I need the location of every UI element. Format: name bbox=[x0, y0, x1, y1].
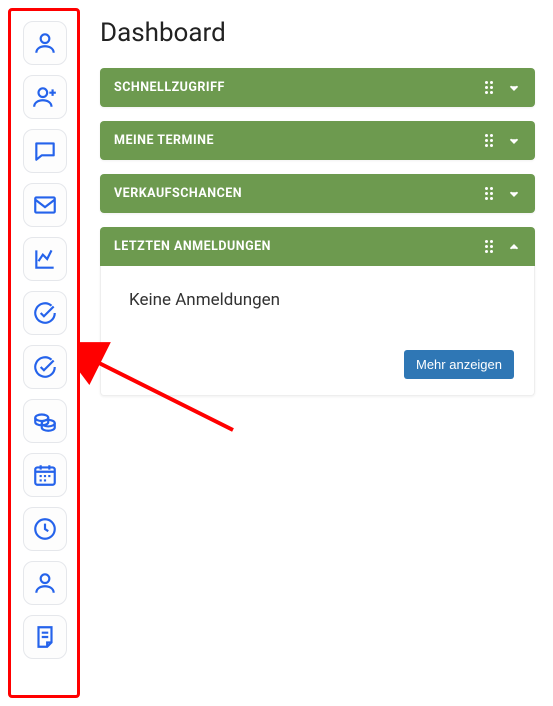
note-icon bbox=[32, 624, 58, 650]
panel-controls bbox=[485, 134, 521, 148]
chevron-up-icon[interactable] bbox=[507, 240, 521, 254]
chat-icon bbox=[32, 138, 58, 164]
drag-handle-icon[interactable] bbox=[485, 81, 497, 94]
sidebar-item-chat[interactable] bbox=[23, 129, 67, 173]
add-user-icon bbox=[32, 84, 58, 110]
panel-label: VERKAUFSCHANCEN bbox=[114, 186, 485, 201]
panel-header[interactable]: SCHNELLZUGRIFF bbox=[100, 68, 535, 107]
page-title: Dashboard bbox=[100, 18, 535, 48]
user-icon bbox=[32, 30, 58, 56]
check-circle-icon bbox=[32, 300, 58, 326]
panel-header[interactable]: MEINE TERMINE bbox=[100, 121, 535, 160]
panel-label: MEINE TERMINE bbox=[114, 133, 485, 148]
chevron-down-icon[interactable] bbox=[507, 187, 521, 201]
panel-label: SCHNELLZUGRIFF bbox=[114, 80, 485, 95]
sidebar-item-user2[interactable] bbox=[23, 561, 67, 605]
coins-icon bbox=[32, 408, 58, 434]
panel-verkaufschancen: VERKAUFSCHANCEN bbox=[100, 174, 535, 213]
sidebar bbox=[8, 8, 80, 698]
sidebar-item-check1[interactable] bbox=[23, 291, 67, 335]
empty-message: Keine Anmeldungen bbox=[129, 290, 514, 310]
sidebar-item-clock[interactable] bbox=[23, 507, 67, 551]
check-circle-icon-2 bbox=[32, 354, 58, 380]
panel-controls bbox=[485, 187, 521, 201]
chart-icon bbox=[32, 246, 58, 272]
panel-body: Keine Anmeldungen Mehr anzeigen bbox=[100, 266, 535, 396]
chevron-down-icon[interactable] bbox=[507, 81, 521, 95]
sidebar-item-user[interactable] bbox=[23, 21, 67, 65]
sidebar-item-check2[interactable] bbox=[23, 345, 67, 389]
panel-header[interactable]: VERKAUFSCHANCEN bbox=[100, 174, 535, 213]
sidebar-item-chart[interactable] bbox=[23, 237, 67, 281]
sidebar-item-mail[interactable] bbox=[23, 183, 67, 227]
drag-handle-icon[interactable] bbox=[485, 134, 497, 147]
panel-controls bbox=[485, 240, 521, 254]
user-icon-2 bbox=[32, 570, 58, 596]
sidebar-item-calendar[interactable] bbox=[23, 453, 67, 497]
panel-meine-termine: MEINE TERMINE bbox=[100, 121, 535, 160]
sidebar-item-add-user[interactable] bbox=[23, 75, 67, 119]
panel-header[interactable]: LETZTEN ANMELDUNGEN bbox=[100, 227, 535, 266]
sidebar-item-note[interactable] bbox=[23, 615, 67, 659]
panel-controls bbox=[485, 81, 521, 95]
panel-label: LETZTEN ANMELDUNGEN bbox=[114, 239, 485, 254]
clock-icon bbox=[32, 516, 58, 542]
drag-handle-icon[interactable] bbox=[485, 240, 497, 253]
sidebar-item-coins[interactable] bbox=[23, 399, 67, 443]
chevron-down-icon[interactable] bbox=[507, 134, 521, 148]
more-button[interactable]: Mehr anzeigen bbox=[404, 350, 514, 379]
drag-handle-icon[interactable] bbox=[485, 187, 497, 200]
mail-icon bbox=[32, 192, 58, 218]
main-content: Dashboard SCHNELLZUGRIFF MEINE TERMINE bbox=[80, 0, 553, 706]
panel-letzten-anmeldungen: LETZTEN ANMELDUNGEN Keine Anmeldungen Me… bbox=[100, 227, 535, 396]
panel-schnellzugriff: SCHNELLZUGRIFF bbox=[100, 68, 535, 107]
calendar-icon bbox=[32, 462, 58, 488]
